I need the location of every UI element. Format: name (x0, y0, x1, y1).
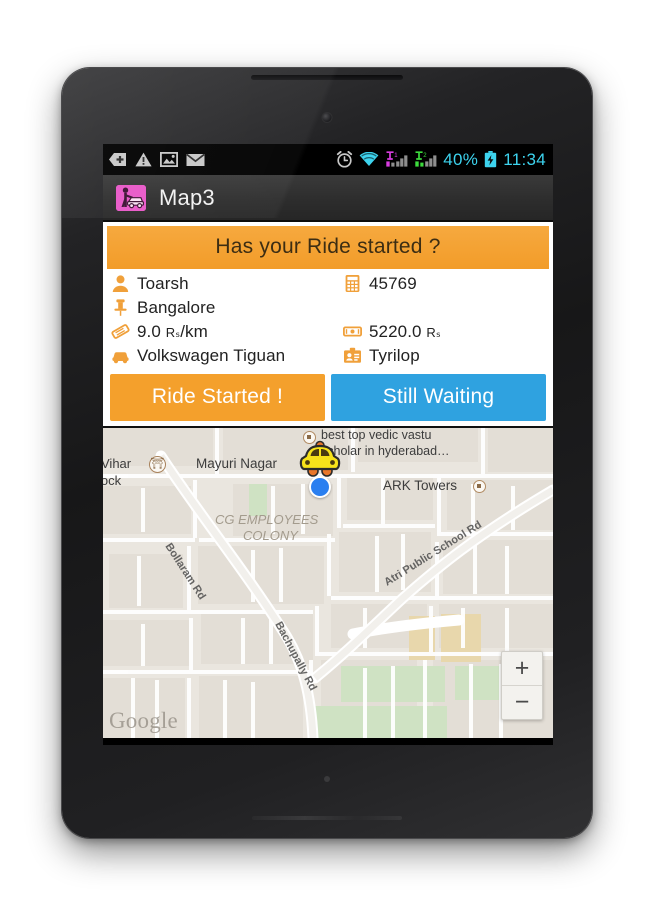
rate-cell: 9.0 Rₛ/km (111, 322, 343, 342)
back-plus-icon (109, 153, 126, 166)
ride-info-card: Has your Ride started ? Toarsh 45769 Ban… (103, 222, 553, 428)
detail-row: Toarsh 45769 (111, 272, 547, 295)
envelope-icon (186, 153, 205, 166)
battery-charging-icon (485, 151, 497, 168)
id-badge-icon (344, 347, 361, 363)
person-icon (112, 275, 129, 292)
poi-marker-ark-towers[interactable] (473, 480, 486, 493)
bottom-sensor-dot (324, 776, 330, 782)
rider-name-cell: Toarsh (111, 274, 343, 294)
driver-cell: Tyrilop (343, 346, 547, 366)
page-title: Map3 (159, 184, 215, 210)
money-icon (343, 326, 362, 337)
sim2-signal-icon: 2 (415, 151, 437, 167)
google-watermark: Google (109, 708, 178, 733)
action-buttons-row: Ride Started ! Still Waiting (107, 370, 549, 421)
status-notification-icons (108, 152, 205, 167)
tablet-device: 1 2 40% 11:34 Map3 Has your Ride started… (62, 68, 592, 838)
detail-row: 9.0 Rₛ/km 5220.0 Rₛ (111, 320, 547, 343)
map-zoom-controls[interactable]: + − (501, 651, 543, 720)
detail-row: Volkswagen Tiguan Tyrilop (111, 344, 547, 367)
device-screen: 1 2 40% 11:34 Map3 Has your Ride started… (103, 144, 553, 745)
svg-text:2: 2 (423, 153, 427, 159)
svg-text:1: 1 (394, 153, 398, 159)
front-camera (322, 113, 332, 122)
map-zoom-out-button[interactable]: − (502, 686, 542, 719)
rate-per-km: 9.0 Rₛ/km (137, 321, 208, 341)
city-name: Bangalore (137, 297, 216, 317)
fare-cell: 5220.0 Rₛ (343, 322, 547, 342)
rider-name: Toarsh (137, 273, 189, 293)
driver-name: Tyrilop (369, 345, 420, 365)
app-action-bar: Map3 (103, 175, 553, 222)
card-header-title: Has your Ride started ? (107, 226, 549, 269)
vehicle-model: Volkswagen Tiguan (137, 345, 286, 365)
ride-started-button[interactable]: Ride Started ! (110, 374, 325, 421)
alarm-clock-icon (337, 151, 353, 168)
ride-code: 45769 (369, 273, 417, 293)
ride-detail-rows: Toarsh 45769 Bangalore 9.0 Rₛ/km 5220.0 … (107, 269, 549, 370)
clock-label: 11:34 (503, 149, 546, 169)
total-fare: 5220.0 Rₛ (369, 321, 441, 341)
android-status-bar: 1 2 40% 11:34 (103, 144, 553, 175)
city-cell: Bangalore (111, 298, 343, 318)
status-system-icons: 1 2 40% 11:34 (336, 150, 546, 170)
ride-code-cell: 45769 (343, 274, 547, 294)
car-icon (112, 352, 129, 364)
taxi-marker[interactable] (297, 440, 343, 480)
detail-row: Bangalore (111, 296, 547, 319)
calculator-icon (345, 275, 360, 292)
sim1-signal-icon: 1 (386, 151, 408, 167)
battery-percent-label: 40% (443, 149, 479, 169)
still-waiting-button[interactable]: Still Waiting (331, 374, 546, 421)
pin-icon (114, 299, 127, 316)
map-zoom-in-button[interactable]: + (502, 652, 542, 686)
google-map-view[interactable]: Bollaram Rd Bachupally Rd Atri Public Sc… (103, 428, 553, 738)
earpiece-speaker (251, 75, 403, 80)
wifi-icon (359, 152, 379, 166)
tag-icon (111, 324, 130, 339)
poi-marker-metro-station[interactable]: ⛩ (149, 456, 166, 473)
taxi-hail-icon (116, 184, 146, 211)
warning-triangle-icon (135, 152, 152, 167)
bottom-speaker-grille (252, 816, 402, 820)
vehicle-cell: Volkswagen Tiguan (111, 346, 343, 366)
image-icon (160, 152, 178, 167)
